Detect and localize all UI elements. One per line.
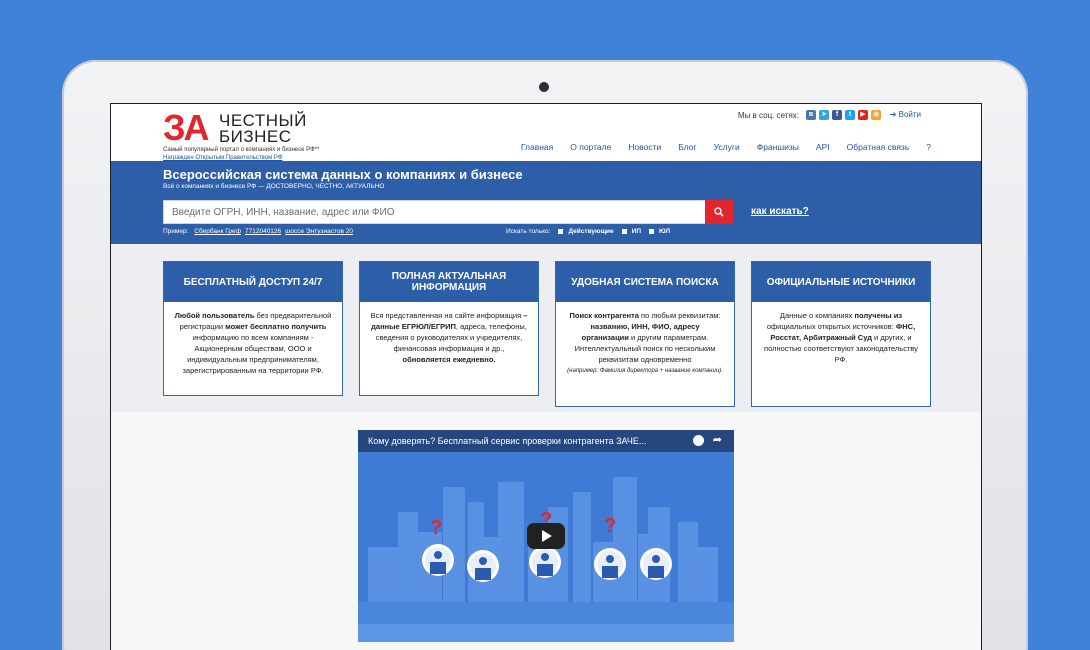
filter-label-item: ЮЛ bbox=[659, 228, 671, 235]
search-title: Всероссийская система данных о компаниях… bbox=[163, 167, 523, 182]
search-input[interactable] bbox=[164, 201, 704, 223]
feature-card-title: ПОЛНАЯ АКТУАЛЬНАЯ ИНФОРМАЦИЯ bbox=[360, 262, 538, 302]
filter-label-item: Действующие bbox=[568, 228, 614, 235]
nav-item-3[interactable]: Блог bbox=[678, 142, 696, 152]
feature-card: УДОБНАЯ СИСТЕМА ПОИСКА Поиск контрагента … bbox=[555, 261, 735, 407]
laptop-screen: ЗА ЧЕСТНЫЙ БИЗНЕС Самый популярный порта… bbox=[110, 103, 982, 650]
features-section: БЕСПЛАТНЫЙ ДОСТУП 24/7 Любой пользователь… bbox=[111, 244, 981, 412]
svg-text:?: ? bbox=[430, 517, 442, 539]
watch-later-icon[interactable] bbox=[693, 435, 704, 446]
filter-checkbox[interactable] bbox=[558, 229, 564, 234]
example-link[interactable]: шоссе Энтузиастов 20 bbox=[285, 228, 353, 235]
filter-label-item: ИП bbox=[631, 228, 642, 235]
feature-card-note: (например: Фамилия директора + название … bbox=[567, 368, 723, 374]
feature-card-title: БЕСПЛАТНЫЙ ДОСТУП 24/7 bbox=[164, 262, 342, 302]
feature-card-text: Любой пользователь без предварительной р… bbox=[164, 302, 342, 384]
nav-item-6[interactable]: API bbox=[816, 142, 830, 152]
card-text-part: получены из bbox=[854, 311, 903, 320]
video-title[interactable]: Кому доверять? Бесплатный сервис проверк… bbox=[368, 436, 646, 446]
feature-card: БЕСПЛАТНЫЙ ДОСТУП 24/7 Любой пользователь… bbox=[163, 261, 343, 396]
social-links: Мы в соц. сетях: в ➤ f t ▶ ◉ bbox=[738, 110, 881, 120]
card-text-part: может бесплатно получить bbox=[225, 322, 327, 331]
card-text-part: информацию по всем компаниям - Акционерн… bbox=[182, 333, 324, 375]
card-text-part: официальных открытых источников: bbox=[766, 322, 896, 331]
card-text-part: Вся представленная на сайте информация bbox=[370, 311, 524, 320]
example-link[interactable]: Сбербанк Греф bbox=[194, 228, 241, 235]
logo-tagline: Самый популярный портал о компаниях и би… bbox=[163, 147, 320, 153]
feature-card-title: УДОБНАЯ СИСТЕМА ПОИСКА bbox=[556, 262, 734, 302]
search-examples: Пример: Сбербанк Греф 7712040126 шоссе Энт… bbox=[163, 228, 353, 235]
vk-icon[interactable]: в bbox=[806, 110, 816, 120]
feature-card: ПОЛНАЯ АКТУАЛЬНАЯ ИНФОРМАЦИЯ Вся представ… bbox=[359, 261, 539, 396]
example-link[interactable]: 7712040126 bbox=[245, 228, 281, 235]
logo-za: ЗА bbox=[163, 107, 210, 148]
nav-item-1[interactable]: О портале bbox=[570, 142, 611, 152]
filter-checkbox[interactable] bbox=[621, 229, 627, 234]
card-text-part: Данные о компаниях bbox=[779, 311, 855, 320]
nav-item-2[interactable]: Новости bbox=[628, 142, 661, 152]
how-to-search-link[interactable]: как искать? bbox=[751, 206, 809, 217]
card-text-part: Поиск контрагента bbox=[569, 311, 639, 320]
filter-label: Искать только: bbox=[506, 228, 551, 235]
nav-item-4[interactable]: Услуги bbox=[714, 142, 740, 152]
feature-card-title: ОФИЦИАЛЬНЫЕ ИСТОЧНИКИ bbox=[752, 262, 930, 302]
facebook-icon[interactable]: f bbox=[832, 110, 842, 120]
play-button[interactable] bbox=[527, 523, 565, 549]
search-subtitle: Всё о компаниях и бизнесе РФ — ДОСТОВЕРН… bbox=[163, 183, 385, 190]
search-button[interactable] bbox=[705, 200, 733, 224]
card-text-part: обновляется ежедневно. bbox=[402, 355, 496, 364]
card-text-part: по любым реквизитам: bbox=[638, 311, 721, 320]
feature-card-text: Вся представленная на сайте информация –… bbox=[360, 302, 538, 373]
social-label: Мы в соц. сетях: bbox=[737, 110, 799, 120]
feature-card-text: Данные о компаниях получены из официальн… bbox=[752, 302, 930, 373]
nav-item-0[interactable]: Главная bbox=[521, 142, 553, 152]
main-nav: Главная О портале Новости Блог Услуги Франшиз… bbox=[504, 142, 931, 152]
login-icon: ➔ bbox=[889, 110, 897, 119]
search-band: Всероссийская система данных о компаниях… bbox=[111, 161, 981, 244]
feature-card: ОФИЦИАЛЬНЫЕ ИСТОЧНИКИ Данные о компаниях … bbox=[751, 261, 931, 407]
login-link[interactable]: ➔ Войти bbox=[890, 110, 921, 119]
logo-wordmark: ЧЕСТНЫЙ БИЗНЕС bbox=[219, 111, 307, 146]
card-text-part: Любой пользователь bbox=[174, 311, 255, 320]
youtube-icon[interactable]: ▶ bbox=[858, 110, 868, 120]
webcam bbox=[539, 82, 549, 92]
share-icon[interactable]: ➦ bbox=[713, 433, 722, 446]
video-title-bar: Кому доверять? Бесплатный сервис проверк… bbox=[358, 430, 734, 452]
example-label: Пример: bbox=[163, 228, 189, 235]
site-header: ЗА ЧЕСТНЫЙ БИЗНЕС Самый популярный порта… bbox=[111, 104, 981, 161]
filter-checkbox[interactable] bbox=[649, 229, 655, 234]
nav-item-5[interactable]: Франшизы bbox=[757, 142, 799, 152]
video-player[interactable]: ??? Кому доверять? Бесплатный сервис про… bbox=[358, 430, 734, 642]
nav-item-8[interactable]: ? bbox=[926, 142, 931, 152]
telegram-icon[interactable]: ➤ bbox=[819, 110, 829, 120]
search-filters: Искать только: Действующие ИП ЮЛ bbox=[506, 228, 670, 235]
search-box bbox=[163, 200, 733, 224]
twitter-icon[interactable]: t bbox=[845, 110, 855, 120]
nav-item-7[interactable]: Обратная связь bbox=[847, 142, 910, 152]
svg-text:?: ? bbox=[604, 515, 616, 537]
rss-icon[interactable]: ◉ bbox=[871, 110, 881, 120]
feature-card-text: Поиск контрагента по любым реквизитам: н… bbox=[556, 302, 734, 384]
search-icon bbox=[714, 207, 724, 217]
